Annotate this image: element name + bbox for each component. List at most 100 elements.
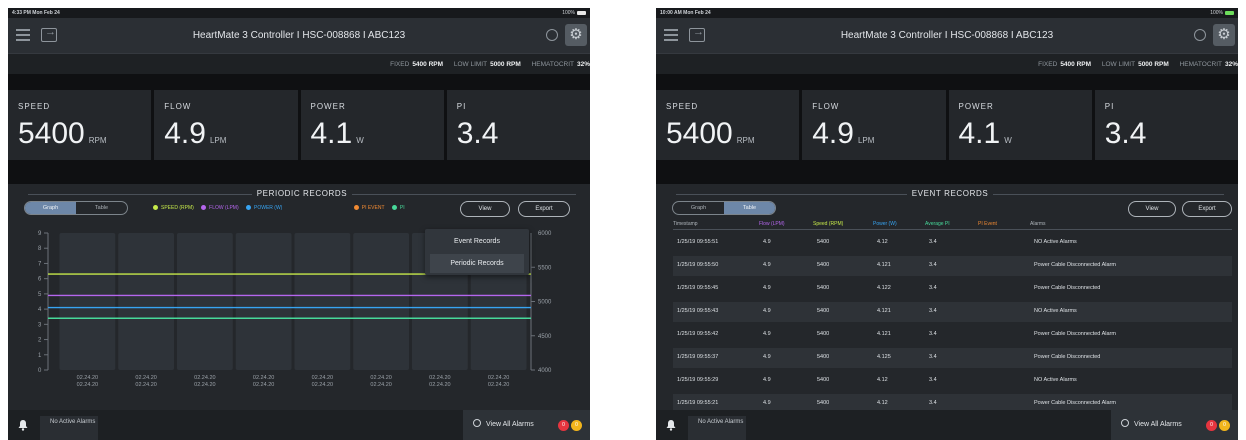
legend-item: FLOW (LPM) (201, 205, 239, 211)
tab-graph[interactable]: Graph (673, 202, 724, 214)
metric-speed: SPEED 5400 RPM (8, 90, 152, 160)
table-cell: 4.121 (877, 262, 891, 268)
column-header[interactable]: Power (W) (873, 221, 897, 227)
legend-dot (391, 205, 397, 211)
metric-speed: SPEED 5400 RPM (656, 90, 800, 160)
y-tick-label: 8 (38, 246, 42, 252)
table-cell: 5400 (817, 354, 830, 360)
x-tick-label: 02.24.20 (312, 375, 333, 381)
event-records-screen: 10:00 AM Mon Feb 24 100% HeartMate 3 Con… (656, 8, 1238, 440)
x-tick-label: 02.24.20 (194, 375, 215, 381)
table-cell: Power Cable Disconnected Alarm (1034, 331, 1116, 337)
column-header[interactable]: Flow (LPM) (759, 221, 785, 227)
metric-label: POWER (958, 102, 994, 111)
legend-item: PI EVENT (353, 205, 385, 211)
table-cell: 1/25/19 09:55:43 (677, 308, 719, 314)
table-cell: 5400 (817, 285, 830, 291)
chart-column (177, 233, 233, 370)
column-header[interactable]: PI Event (978, 221, 997, 227)
status-bar: 4:33 PM Mon Feb 24 100% (8, 8, 590, 18)
low-limit-label: LOW LIMIT (453, 61, 488, 68)
table-row[interactable]: 1/25/19 09:55:51 4.9 5400 4.12 3.4 NO Active … (673, 233, 1232, 253)
metric-unit: RPM (736, 136, 755, 145)
y-tick-label: 3 (38, 322, 42, 328)
x-tick-label: 02.24.20 (370, 382, 391, 388)
table-cell: 4.125 (877, 354, 891, 360)
low-limit-label: LOW LIMIT (1101, 61, 1136, 68)
x-tick-label: 02.24.20 (429, 375, 450, 381)
metric-unit: LPM (209, 136, 227, 145)
records-panel: PERIODIC RECORDS Graph Table SPEED (RPM)… (8, 184, 590, 410)
battery-icon (1225, 10, 1234, 15)
column-header[interactable]: Speed (RPM) (813, 221, 843, 227)
pulse-icon[interactable] (1194, 29, 1206, 41)
y-tick-label: 5 (38, 292, 42, 298)
gear-icon[interactable]: ⚙ (1213, 24, 1235, 46)
table-cell: 1/25/19 09:55:37 (677, 354, 719, 360)
column-header[interactable]: Timestamp (673, 221, 698, 227)
y2-tick-label: 5000 (538, 300, 552, 306)
red-alarm-badge: 0 (558, 420, 569, 431)
menu-item-event-records[interactable]: Event Records (430, 232, 524, 251)
column-header[interactable]: Alarms (1030, 221, 1046, 227)
x-tick-label: 02.24.20 (429, 382, 450, 388)
table-cell: 4.121 (877, 308, 891, 314)
table-cell: 1/25/19 09:55:50 (677, 262, 719, 268)
table-row[interactable]: 1/25/19 09:55:45 4.9 5400 4.122 3.4 Power Cab… (673, 279, 1232, 299)
metric-value: 4.1 (958, 117, 1001, 150)
tab-graph[interactable]: Graph (25, 202, 76, 214)
periodic-records-screen: 4:33 PM Mon Feb 24 100% HeartMate 3 Cont… (8, 8, 590, 440)
battery-indicator: 100% (1210, 10, 1234, 16)
chart-legend: SPEED (RPM) FLOW (LPM) POWER (W) PI EVEN… (153, 205, 411, 211)
table-row[interactable]: 1/25/19 09:55:29 4.9 5400 4.12 3.4 NO Active … (673, 371, 1232, 391)
yellow-alarm-badge: 0 (1219, 420, 1230, 431)
red-alarm-badge: 0 (1206, 420, 1217, 431)
x-tick-label: 02.24.20 (135, 375, 156, 381)
pulse-icon[interactable] (546, 29, 558, 41)
y2-tick-label: 4000 (538, 368, 552, 374)
records-panel: EVENT RECORDS Graph Table View Export Ti… (656, 184, 1238, 414)
table-row[interactable]: 1/25/19 09:55:43 4.9 5400 4.121 3.4 NO Active… (673, 302, 1232, 322)
metric-pi: PI 3.4 (446, 90, 590, 160)
gear-icon[interactable]: ⚙ (565, 24, 587, 46)
status-time: 4:33 PM Mon Feb 24 (12, 10, 60, 16)
y2-tick-label: 4500 (538, 334, 552, 340)
table-row[interactable]: 1/25/19 09:55:37 4.9 5400 4.125 3.4 Power Cab… (673, 348, 1232, 368)
menu-item-periodic-records[interactable]: Periodic Records (430, 254, 524, 273)
view-button[interactable]: View (1128, 201, 1176, 217)
alarm-footer: No Active Alarms View All Alarms 0 0 (656, 410, 1238, 440)
table-cell: 4.12 (877, 239, 888, 245)
table-cell: 4.9 (763, 331, 771, 337)
tab-table[interactable]: Table (724, 202, 775, 214)
x-tick-label: 02.24.20 (370, 375, 391, 381)
battery-indicator: 100% (562, 10, 586, 16)
table-cell: Power Cable Disconnected (1034, 285, 1101, 291)
view-button[interactable]: View (460, 201, 510, 217)
table-cell: 5400 (817, 239, 830, 245)
table-cell: Power Cable Disconnected Alarm (1034, 400, 1116, 406)
metric-flow: FLOW 4.9 LPM (154, 90, 298, 160)
limits-bar: FIXED 5400 RPM LOW LIMIT 5000 RPM HEMATOCR… (656, 54, 1238, 74)
legend-dot (246, 205, 252, 211)
column-header[interactable]: Average PI (925, 221, 950, 227)
export-button[interactable]: Export (518, 201, 570, 217)
alarm-footer: No Active Alarms View All Alarms 0 0 (8, 410, 590, 440)
event-records-table: Timestamp Flow (LPM) Speed (RPM) Power (W) A… (673, 219, 1232, 414)
table-row[interactable]: 1/25/19 09:55:42 4.9 5400 4.121 3.4 Power Cab… (673, 325, 1232, 345)
metric-value: 5400 (666, 117, 733, 150)
table-row[interactable]: 1/25/19 09:55:50 4.9 5400 4.121 3.4 Power Cab… (673, 256, 1232, 276)
table-cell: 5400 (817, 262, 830, 268)
y-tick-label: 9 (38, 231, 42, 237)
tab-table[interactable]: Table (76, 202, 127, 214)
export-button[interactable]: Export (1182, 201, 1232, 217)
page-title: HeartMate 3 Controller I HSC-008868 I AB… (192, 30, 406, 41)
table-cell: 3.4 (929, 331, 937, 337)
hematocrit-label: HEMATOCRIT (531, 61, 574, 68)
table-cell: 4.122 (877, 285, 891, 291)
view-toggle: Graph Table (672, 201, 776, 215)
y2-tick-label: 5500 (538, 265, 552, 271)
metric-power: POWER 4.1 W (300, 90, 444, 160)
no-active-alarms: No Active Alarms (40, 416, 98, 440)
metric-label: PI (456, 102, 467, 111)
legend-dot (353, 205, 359, 211)
